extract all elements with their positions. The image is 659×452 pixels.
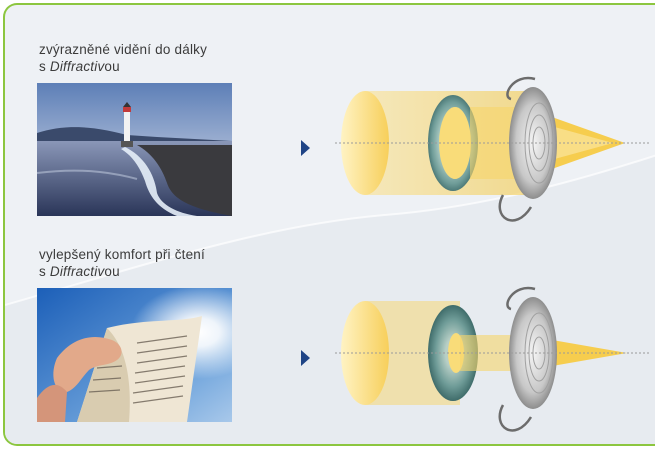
caption-distance-vision: zvýrazněné vidění do dálky s Diffractivo… — [39, 41, 207, 75]
optics-diagram-reading — [335, 286, 651, 432]
caption-line1: vylepšený komfort při čtení — [39, 247, 205, 262]
lighthouse-photo — [37, 83, 232, 216]
play-arrow-icon — [301, 350, 310, 366]
reading-photo — [37, 288, 232, 422]
caption-reading-comfort: vylepšený komfort při čtení s Diffractiv… — [39, 246, 205, 280]
play-arrow-icon — [301, 140, 310, 156]
caption-line1: zvýrazněné vidění do dálky — [39, 42, 208, 57]
caption-line2: s Diffractivou — [39, 264, 120, 279]
caption-line2: s Diffractivou — [39, 59, 120, 74]
optics-diagram-distance — [335, 76, 651, 222]
diagram-panel: zvýrazněné vidění do dálky s Diffractivo… — [3, 3, 655, 446]
